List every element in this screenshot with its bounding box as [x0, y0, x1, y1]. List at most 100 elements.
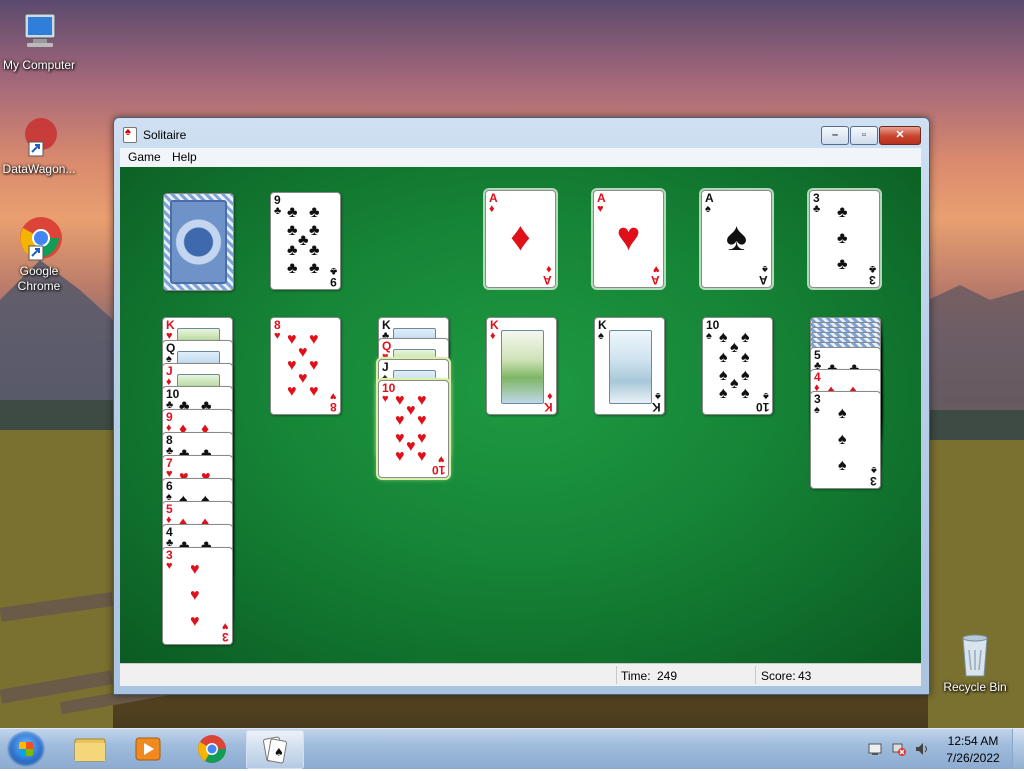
minimize-icon: –	[831, 129, 839, 141]
card-pip: ♣	[298, 232, 309, 249]
foundation-diamonds[interactable]: A ♦ A ♦ ♦	[485, 190, 556, 288]
taskbar-item-solitaire[interactable]: ♠	[246, 730, 304, 769]
solitaire-window[interactable]: Solitaire – ▫ ✕ Game Help 9♣9♣♣♣♣♣♣♣♣♣♣ A…	[113, 117, 930, 695]
card-pip: ♥	[287, 383, 297, 400]
card-pip: ♥	[298, 370, 308, 387]
stock-pile[interactable]	[163, 193, 234, 291]
close-icon: ✕	[895, 129, 905, 141]
desktop-icon-recycle-bin[interactable]: Recycle Bin	[933, 630, 1017, 695]
card-rank: 9	[330, 275, 337, 289]
clock-date[interactable]: 7/26/2022	[940, 751, 1006, 765]
card-pip: ♠	[741, 367, 750, 384]
taskbar-item-windows-explorer[interactable]	[62, 730, 118, 767]
desktop-icon-label: DataWagon...	[2, 162, 76, 176]
card-pip: ♥	[190, 561, 200, 578]
foundation-clubs[interactable]: 3 ♣ 3 ♣ ♣ ♣ ♣	[809, 190, 880, 288]
tableau-3-card[interactable]: 10 ♥ 10 ♥ ♥ ♥ ♥ ♥ ♥ ♥ ♥ ♥ ♥ ♥	[378, 380, 449, 478]
card-suit: ♣	[274, 205, 282, 217]
maximize-icon: ▫	[862, 129, 866, 141]
score-value: 43	[798, 669, 812, 683]
desktop-icon-my-computer[interactable]: My Computer	[0, 8, 81, 73]
show-desktop-button[interactable]	[1012, 729, 1024, 769]
desktop-icon-google-chrome[interactable]: Google Chrome	[0, 214, 81, 294]
card-suit: ♠	[762, 263, 768, 275]
court-card-art	[609, 330, 652, 404]
card-pip: ♥	[309, 357, 319, 374]
card-pip: ♣	[287, 222, 298, 239]
card-suit: ♣	[329, 265, 337, 277]
card-pip: ♣	[309, 222, 320, 239]
menu-game[interactable]: Game	[126, 150, 163, 164]
card-suit: ♠	[871, 464, 877, 476]
tableau-1-card[interactable]: 3 ♥ 3 ♥ ♥ ♥ ♥	[162, 547, 233, 645]
card-suit: ♥	[166, 560, 173, 572]
card-suit: ♦	[490, 330, 496, 342]
tableau-6-card[interactable]: 10 ♠ 10 ♠ ♠ ♠ ♠ ♠ ♠ ♠ ♠ ♠ ♠ ♠	[702, 317, 773, 415]
recycle-bin-icon	[951, 630, 999, 678]
menu-bar: Game Help	[120, 148, 921, 168]
card-pip: ♣	[287, 204, 298, 221]
card-suit: ♠	[814, 404, 820, 416]
status-bar: Time: 249 Score: 43	[120, 663, 921, 686]
card-pip: ♥	[190, 587, 200, 604]
card-pip: ♥	[406, 438, 416, 455]
card-suit: ♦	[489, 203, 495, 215]
card-pip: ♥	[417, 430, 427, 447]
card-pip: ♥	[395, 412, 405, 429]
card-rank: A	[759, 273, 768, 287]
card-rank: 10	[431, 463, 445, 477]
card-pip: ♥	[406, 402, 416, 419]
card-suit: ♠	[598, 330, 604, 342]
card-pip: ♥	[395, 448, 405, 465]
foundation-hearts[interactable]: A ♥ A ♥ ♥	[593, 190, 664, 288]
card-suit: ♥	[274, 330, 281, 342]
card-pip: ♣	[837, 204, 848, 221]
card-pip: ♠	[838, 457, 847, 474]
card-pip: ♥	[417, 412, 427, 429]
tableau-4-card[interactable]: K ♦ K ♦	[486, 317, 557, 415]
card-pip: ♥	[417, 392, 427, 409]
ace-pip: ♦	[510, 215, 531, 259]
solitaire-icon: ♠	[263, 736, 287, 764]
waste-pile[interactable]: 9 ♣ 9 ♣ ♣ ♣ ♣ ♣ ♣ ♣ ♣ ♣ ♣	[270, 192, 341, 290]
taskbar-item-chrome[interactable]	[184, 730, 240, 767]
card-pip: ♣	[309, 204, 320, 221]
card-pip: ♥	[395, 392, 405, 409]
title-bar[interactable]: Solitaire – ▫ ✕	[114, 118, 929, 148]
minimize-button[interactable]: –	[821, 126, 849, 145]
card-pip: ♥	[417, 448, 427, 465]
card-pip: ♣	[837, 230, 848, 247]
card-pip: ♥	[190, 613, 200, 630]
desktop-icon-label: Recycle Bin	[943, 680, 1007, 694]
volume-icon[interactable]	[915, 742, 929, 756]
start-button[interactable]	[7, 731, 45, 767]
card-pip: ♠	[719, 385, 728, 402]
tableau-7-card[interactable]: 3 ♠ 3 ♠ ♠ ♠ ♠	[810, 391, 881, 489]
desktop-icon-datawagon[interactable]: DataWagon...	[0, 112, 81, 177]
chrome-icon	[198, 735, 226, 763]
score-label: Score:	[761, 669, 796, 683]
svg-text:♠: ♠	[274, 746, 284, 759]
card-pip: ♠	[838, 431, 847, 448]
action-center-icon[interactable]	[868, 742, 882, 756]
card-suit: ♠	[655, 390, 661, 402]
card-rank: 10	[755, 400, 769, 414]
solitaire-app-icon	[123, 126, 137, 143]
network-icon[interactable]	[892, 742, 906, 756]
court-card-art	[501, 330, 544, 404]
taskbar-item-media-player[interactable]	[120, 730, 176, 767]
computer-icon	[15, 8, 63, 56]
chrome-icon	[15, 214, 63, 262]
close-button[interactable]: ✕	[879, 126, 921, 145]
card-suit: ♥	[382, 393, 389, 405]
card-rank: K	[652, 400, 661, 414]
menu-help[interactable]: Help	[170, 150, 199, 164]
foundation-spades[interactable]: A ♠ A ♠ ♠	[701, 190, 772, 288]
card-pip: ♠	[730, 339, 739, 356]
card-pip: ♠	[719, 349, 728, 366]
tableau-5-card[interactable]: K ♠ K ♠	[594, 317, 665, 415]
game-board[interactable]: 9♣9♣♣♣♣♣♣♣♣♣♣A♦A♦♦A♥A♥♥A♠A♠♠3♣3♣♣♣♣K♥K♥Q…	[120, 167, 921, 663]
clock-time[interactable]: 12:54 AM	[940, 734, 1006, 748]
maximize-button[interactable]: ▫	[850, 126, 878, 145]
tableau-2-card[interactable]: 8 ♥ 8 ♥ ♥ ♥ ♥ ♥ ♥ ♥ ♥ ♥	[270, 317, 341, 415]
